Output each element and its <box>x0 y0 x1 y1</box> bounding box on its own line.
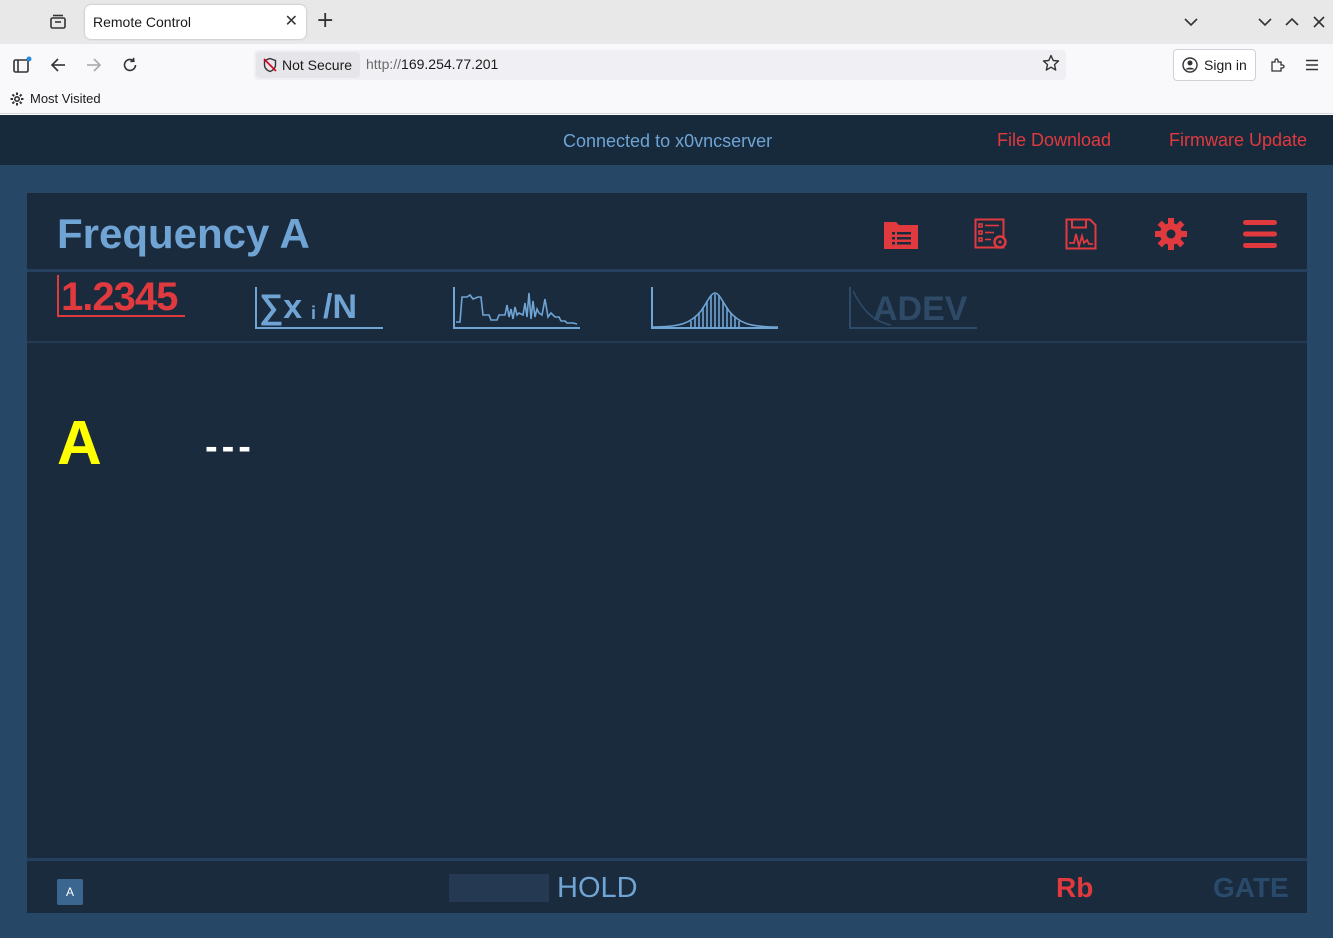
forward-button[interactable] <box>82 53 106 77</box>
close-window-button[interactable] <box>1309 12 1329 32</box>
statistics-sum-label: ∑x <box>259 288 303 326</box>
extensions-button[interactable] <box>1265 53 1289 77</box>
sidebar-toggle-button[interactable] <box>10 53 34 77</box>
sign-in-button[interactable]: Sign in <box>1173 49 1256 81</box>
file-download-link[interactable]: File Download <box>997 130 1111 151</box>
numeric-mode-button[interactable]: 1.2345 <box>57 275 185 319</box>
measurement-title: Frequency A <box>57 210 310 257</box>
close-tab-icon[interactable]: ✕ <box>285 11 298 30</box>
browser-nav-bar: Not Secure http://169.254.77.201 Sign in <box>0 44 1333 85</box>
bookmarks-toolbar: Most Visited <box>0 85 1333 114</box>
histogram-mode-button[interactable] <box>651 287 779 329</box>
gate-indicator: GATE <box>1213 872 1289 903</box>
timeline-mode-button[interactable] <box>453 287 581 329</box>
account-icon <box>1182 57 1198 73</box>
hamburger-icon <box>1306 59 1318 71</box>
new-tab-button[interactable]: + <box>316 9 334 33</box>
statistics-div-label: /N <box>323 288 357 326</box>
hamburger-menu-icon <box>1243 220 1277 248</box>
address-bar[interactable]: Not Secure http://169.254.77.201 <box>254 50 1066 80</box>
instrument-status-bar: A HOLD Rb GATE <box>27 858 1307 913</box>
instrument-header: Frequency A <box>27 193 1307 272</box>
forward-arrow-icon <box>87 58 102 72</box>
shield-slash-icon <box>263 57 277 73</box>
browser-tab-bar: Remote Control ✕ + <box>0 0 1333 44</box>
numeric-mode-label: 1.2345 <box>61 275 178 319</box>
app-menu-button[interactable] <box>1300 53 1324 77</box>
tab-overview-button[interactable] <box>44 10 72 34</box>
not-secure-label: Not Secure <box>282 57 353 73</box>
histogram-icon <box>651 287 779 329</box>
reload-button[interactable] <box>118 53 142 77</box>
puzzle-icon <box>1271 58 1285 72</box>
page-top-bar: Connected to x0vncserver File Download F… <box>0 115 1333 165</box>
bookmark-star-button[interactable] <box>1042 54 1060 76</box>
sign-in-label: Sign in <box>1204 57 1247 73</box>
gear-icon <box>1155 218 1187 250</box>
minimize-icon <box>1258 18 1272 27</box>
url-text[interactable]: http://169.254.77.201 <box>366 56 498 72</box>
save-graph-icon <box>1065 218 1097 250</box>
list-all-tabs-button[interactable] <box>1181 12 1201 32</box>
adev-mode-button[interactable]: ADEV <box>849 287 977 329</box>
firmware-update-link[interactable]: Firmware Update <box>1169 130 1307 151</box>
bookmark-label: Most Visited <box>30 91 101 106</box>
url-host: 169.254.77.201 <box>401 56 499 72</box>
hold-indicator[interactable]: HOLD <box>557 872 638 904</box>
close-icon <box>1313 16 1325 28</box>
star-icon <box>1042 54 1060 71</box>
hold-progress-box <box>449 874 549 902</box>
back-button[interactable] <box>46 53 70 77</box>
file-list-icon <box>884 222 918 249</box>
main-menu-button[interactable] <box>1240 217 1280 251</box>
statistics-mode-button[interactable]: ∑x i /N <box>255 287 383 329</box>
adev-curve-icon <box>852 290 892 326</box>
site-security-indicator[interactable]: Not Secure <box>256 52 361 78</box>
connection-status: Connected to x0vncserver <box>563 131 773 151</box>
url-scheme: http:// <box>366 56 402 72</box>
bookmark-most-visited[interactable]: Most Visited <box>10 91 101 106</box>
tab-title: Remote Control <box>93 14 192 30</box>
reload-icon <box>123 57 137 72</box>
reference-indicator: Rb <box>1056 872 1094 903</box>
remote-control-page: Connected to x0vncserver File Download F… <box>0 115 1333 938</box>
sidebar-icon <box>13 56 32 73</box>
chevron-down-icon <box>1184 18 1198 27</box>
channel-indicator: A <box>57 409 102 478</box>
channel-badge[interactable]: A <box>57 879 83 905</box>
timeline-graph-icon <box>453 287 580 329</box>
maximize-icon <box>1285 17 1299 26</box>
measurement-settings-button[interactable] <box>971 217 1011 251</box>
statistics-subscript: i <box>311 303 317 323</box>
settings-button[interactable] <box>1151 217 1191 251</box>
maximize-window-button[interactable] <box>1282 12 1302 32</box>
minimize-window-button[interactable] <box>1255 12 1275 32</box>
save-data-button[interactable] <box>1061 217 1101 251</box>
display-mode-bar: 1.2345 ∑x i /N ADEV <box>27 275 1307 343</box>
measurement-reading: --- <box>205 426 255 468</box>
settings-list-icon <box>974 218 1007 249</box>
back-arrow-icon <box>50 58 65 72</box>
gear-icon <box>10 92 24 105</box>
browser-tab-active[interactable]: Remote Control ✕ <box>85 5 306 39</box>
file-list-button[interactable] <box>881 217 921 251</box>
instrument-display[interactable]: Frequency A 1.2345 ∑x i /N ADEV A --- A … <box>27 193 1307 913</box>
tab-overview-icon <box>50 14 66 29</box>
